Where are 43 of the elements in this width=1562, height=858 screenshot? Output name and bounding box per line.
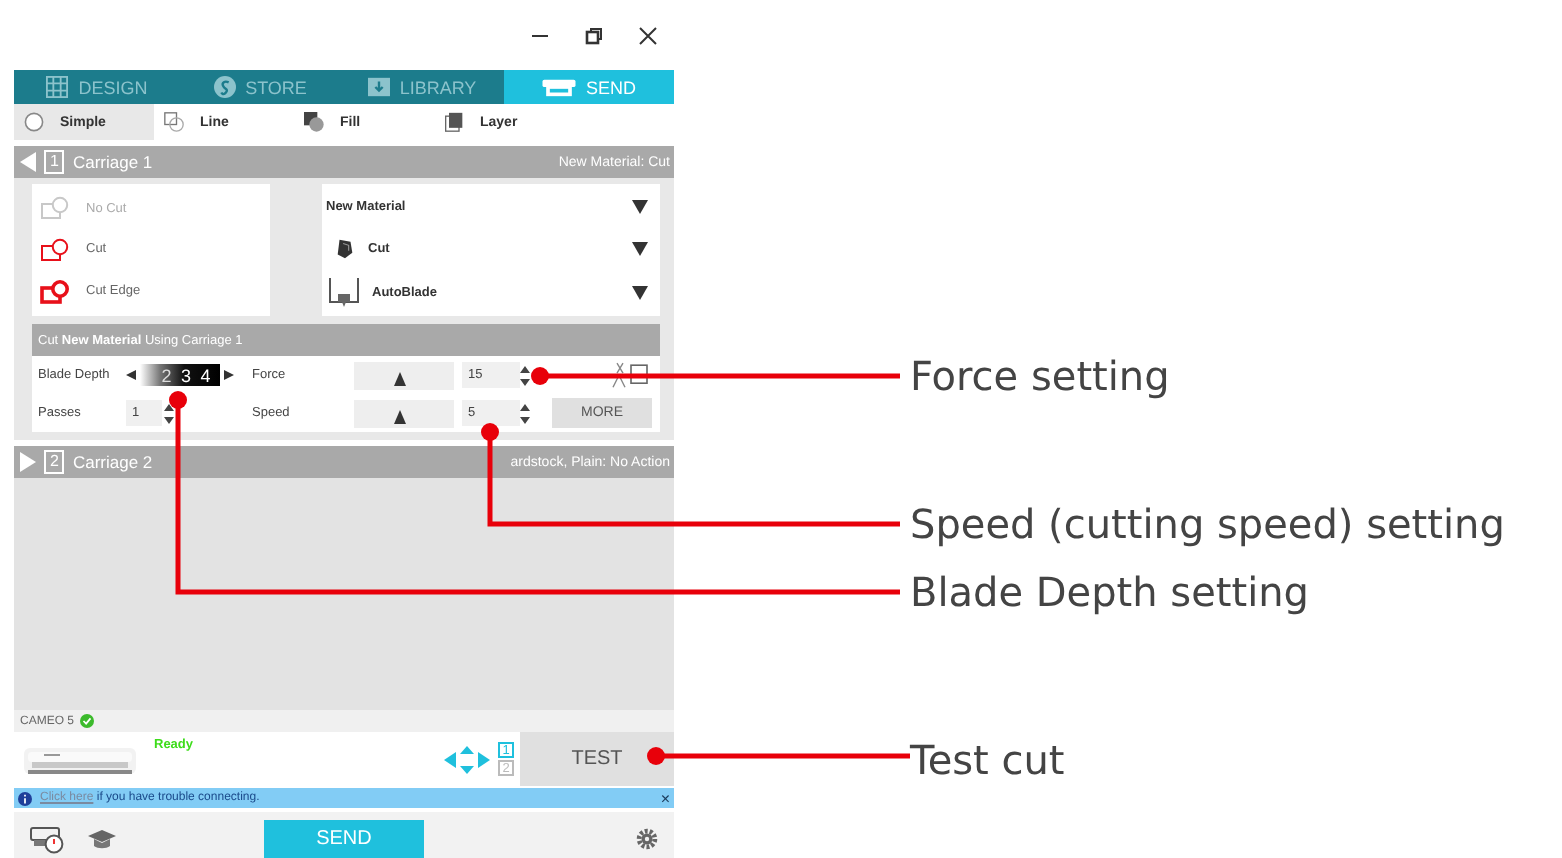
collapse-arrow-icon [20, 152, 36, 172]
callout-label: Blade Depth setting [910, 568, 1310, 616]
left-arrow-icon[interactable] [126, 370, 136, 380]
slider-thumb[interactable] [393, 371, 405, 385]
slider-track[interactable] [354, 361, 454, 389]
blade-icon [334, 238, 356, 261]
callout-label: Force setting [910, 352, 1170, 400]
fill-icon [304, 112, 324, 132]
dropdown-arrow-icon [632, 242, 648, 257]
carriage-number: 2 [44, 450, 65, 474]
blade-tool-icon [612, 362, 648, 388]
info-icon [18, 791, 32, 805]
slider-thumb[interactable] [393, 409, 405, 423]
cut-icon [40, 237, 72, 262]
close-button[interactable]: × [660, 789, 670, 807]
layer-icon [444, 112, 464, 132]
no-cut-icon [40, 196, 72, 221]
check-icon [80, 714, 95, 728]
machine-clock-icon[interactable] [30, 824, 64, 854]
grid-icon [46, 76, 69, 98]
cutter-icon [541, 76, 576, 98]
line-icon [164, 112, 184, 132]
settings-icon[interactable] [636, 828, 658, 850]
carriage-title: Carriage 1 [72, 152, 153, 172]
expand-arrow-icon [20, 452, 36, 472]
graduation-cap-icon[interactable] [88, 828, 116, 850]
test-button[interactable]: TEST [520, 732, 674, 786]
callout-label: Test cut [910, 736, 1065, 784]
blade-depth-dial[interactable]: 2 3 4 [140, 364, 220, 386]
close-icon[interactable] [638, 25, 658, 45]
autoblade-icon [328, 276, 360, 309]
carriage-number: 1 [44, 150, 65, 174]
callout-label: Speed (cutting speed) setting [910, 500, 1505, 548]
slider-track[interactable] [354, 399, 454, 427]
restore-icon[interactable] [584, 25, 604, 45]
store-icon [213, 76, 236, 98]
cut-edge-icon [40, 279, 72, 304]
folder-icon [367, 76, 390, 98]
carriage-title: Carriage 2 [72, 452, 153, 472]
dropdown-arrow-icon [632, 200, 648, 215]
radio-icon [24, 112, 44, 132]
right-arrow-icon[interactable] [224, 370, 234, 380]
dropdown-arrow-icon [632, 285, 648, 300]
